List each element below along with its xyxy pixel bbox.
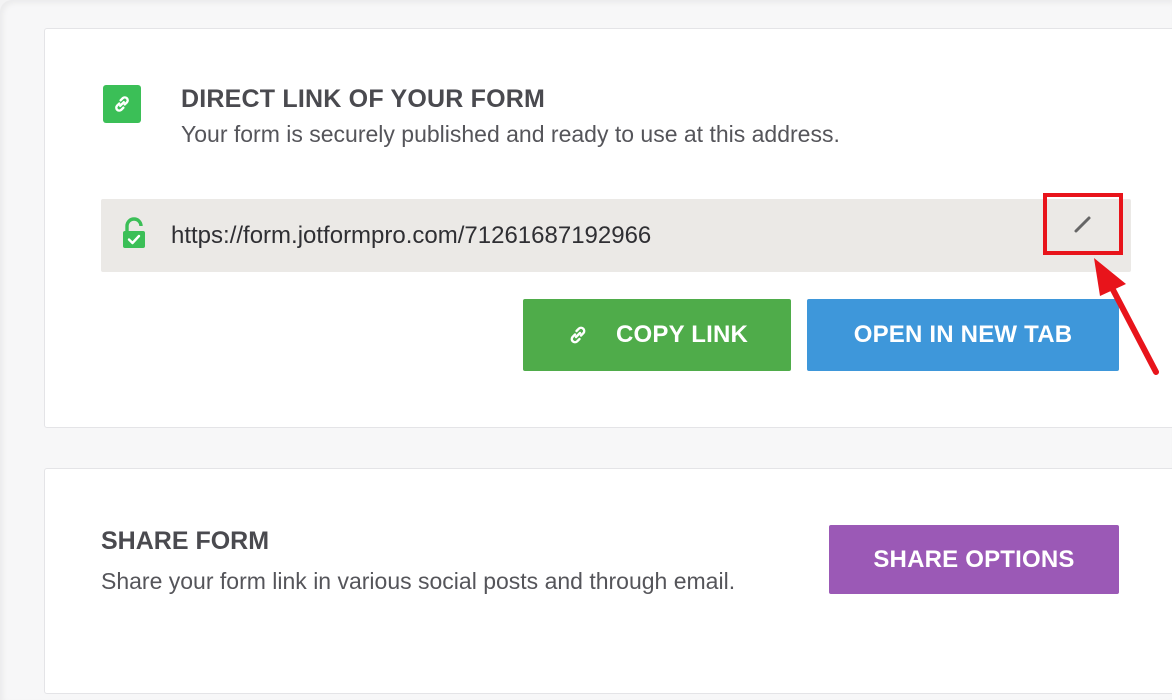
edit-highlight-box [1043,193,1123,255]
annotation-arrow-icon [1094,258,1159,375]
open-in-new-tab-button[interactable]: OPEN IN NEW TAB [807,299,1119,371]
direct-link-title: DIRECT LINK OF YOUR FORM [181,85,546,113]
copy-link-label: COPY LINK [615,321,749,348]
open-in-new-tab-label: OPEN IN NEW TAB [853,321,1073,348]
form-url-field[interactable]: https://form.jotformpro.com/712616871929… [101,193,1131,272]
edit-url-button[interactable] [1051,201,1115,247]
link-icon [103,85,141,123]
share-options-label: SHARE OPTIONS [873,545,1075,573]
share-form-description: Share your form link in various social p… [101,568,736,594]
share-form-card: SHARE FORM Share your form link in vario… [44,468,1172,694]
form-url-text[interactable]: https://form.jotformpro.com/712616871929… [171,222,651,250]
copy-link-button[interactable]: COPY LINK [523,299,791,371]
direct-link-card: DIRECT LINK OF YOUR FORM Your form is se… [44,28,1172,428]
link-icon [566,323,590,347]
share-options-button[interactable]: SHARE OPTIONS [829,525,1119,594]
direct-link-description: Your form is securely published and read… [181,121,840,147]
share-form-title: SHARE FORM [101,527,270,555]
lock-icon [123,217,145,248]
pencil-icon [1074,216,1091,233]
